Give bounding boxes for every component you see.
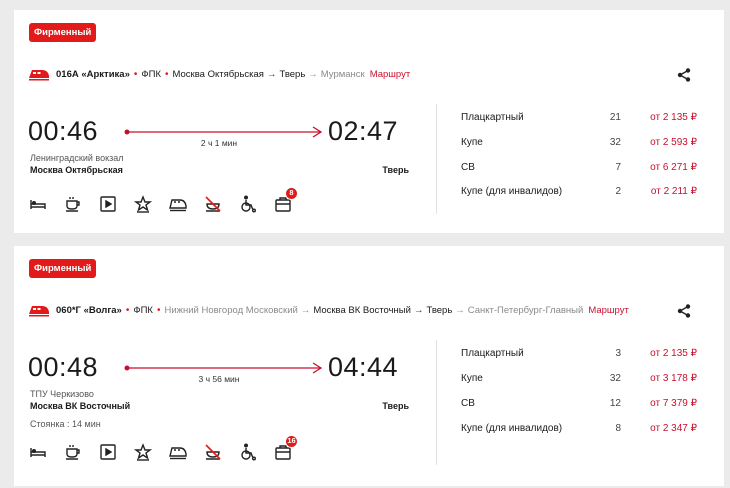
- route-link[interactable]: Маршрут: [588, 305, 629, 316]
- train-icon[interactable]: [169, 195, 187, 213]
- arrival-station: Тверь: [382, 165, 409, 175]
- train-logo-icon: [29, 306, 49, 317]
- video-icon[interactable]: [99, 443, 117, 461]
- route-line: 060*Г «Волга» • ФПК • Нижний Новгород Мо…: [28, 301, 629, 319]
- arrow-icon: →: [455, 304, 465, 316]
- class-name: СВ: [461, 162, 475, 173]
- service-count-badge: 8: [285, 187, 298, 200]
- arrival-station: Тверь: [382, 401, 409, 411]
- share-icon[interactable]: [676, 303, 692, 319]
- class-row[interactable]: Плацкартный 3 от 2 135 ₽: [461, 348, 701, 362]
- class-name: Плацкартный: [461, 348, 524, 359]
- bed-icon[interactable]: [29, 443, 47, 461]
- route-station: Тверь: [426, 304, 453, 316]
- arrow-icon: →: [266, 68, 277, 80]
- service-count-badge: 16: [285, 435, 298, 448]
- separator-dot: •: [133, 68, 138, 80]
- class-row[interactable]: Купе (для инвалидов) 8 от 2 347 ₽: [461, 423, 701, 437]
- arrival-time: 04:44: [328, 352, 399, 382]
- no-food-icon[interactable]: [204, 195, 222, 213]
- class-name: СВ: [461, 398, 475, 409]
- star-icon[interactable]: [133, 195, 153, 213]
- departure-station: Москва Октябрьская: [30, 165, 123, 175]
- stop-duration: Стоянка : 14 мин: [30, 419, 101, 429]
- route-line: 016А «Арктика» • ФПК • Москва Октябрьска…: [28, 65, 410, 83]
- class-row[interactable]: Купе (для инвалидов) 2 от 2 211 ₽: [461, 186, 701, 200]
- carrier: ФПК: [141, 68, 161, 80]
- route-station: Мурманск: [320, 68, 365, 80]
- class-price[interactable]: от 6 271 ₽: [611, 162, 697, 173]
- departure-time: 00:46: [28, 116, 99, 146]
- class-row[interactable]: Купе 32 от 3 178 ₽: [461, 373, 701, 387]
- arrival-time: 02:47: [328, 116, 399, 146]
- train-number: 016А «Арктика»: [56, 68, 130, 80]
- service-icons: 8: [29, 187, 309, 213]
- departure-station: Москва ВК Восточный: [30, 401, 131, 411]
- duration: 3 ч 56 мин: [198, 374, 240, 384]
- divider: [436, 340, 437, 465]
- service-icons: 16: [29, 435, 309, 461]
- medkit-icon[interactable]: 16: [274, 435, 298, 461]
- departure-station-sub: ТПУ Черкизово: [30, 389, 94, 399]
- coffee-icon[interactable]: [64, 195, 82, 213]
- divider: [436, 104, 437, 214]
- class-name: Плацкартный: [461, 112, 524, 123]
- class-name: Купе (для инвалидов): [461, 186, 563, 197]
- train-icon[interactable]: [169, 443, 187, 461]
- train-card[interactable]: Фирменный 016А «Арктика» • ФПК • Москва …: [14, 10, 724, 233]
- bed-icon[interactable]: [29, 195, 47, 213]
- route-station: Тверь: [279, 68, 306, 80]
- route-station: Москва Октябрьская: [172, 68, 264, 80]
- route-link[interactable]: Маршрут: [370, 69, 411, 80]
- coffee-icon[interactable]: [64, 443, 82, 461]
- class-name: Купе: [461, 137, 483, 148]
- class-name: Купе (для инвалидов): [461, 423, 563, 434]
- class-price[interactable]: от 2 211 ₽: [611, 186, 697, 197]
- no-food-icon[interactable]: [204, 443, 222, 461]
- class-row[interactable]: СВ 7 от 6 271 ₽: [461, 162, 701, 176]
- duration: 2 ч 1 мин: [200, 138, 238, 148]
- class-row[interactable]: Купе 32 от 2 593 ₽: [461, 137, 701, 151]
- class-price[interactable]: от 7 379 ₽: [611, 398, 697, 409]
- train-number: 060*Г «Волга»: [56, 304, 122, 316]
- separator-dot: •: [125, 304, 130, 316]
- medkit-icon[interactable]: 8: [274, 187, 298, 213]
- class-row[interactable]: Плацкартный 21 от 2 135 ₽: [461, 112, 701, 126]
- branded-badge: Фирменный: [29, 23, 97, 42]
- journey-arrow-icon: [124, 362, 323, 374]
- wheelchair-icon[interactable]: [239, 443, 257, 461]
- class-price[interactable]: от 2 135 ₽: [611, 348, 697, 359]
- class-price[interactable]: от 2 593 ₽: [611, 137, 697, 148]
- wheelchair-icon[interactable]: [239, 195, 257, 213]
- departure-station-sub: Ленинградский вокзал: [30, 153, 124, 163]
- separator-dot: •: [156, 304, 161, 316]
- branded-badge: Фирменный: [29, 259, 97, 278]
- train-logo-icon: [29, 70, 49, 81]
- arrow-icon: →: [308, 68, 318, 80]
- video-icon[interactable]: [99, 195, 117, 213]
- class-row[interactable]: СВ 12 от 7 379 ₽: [461, 398, 701, 412]
- class-name: Купе: [461, 373, 483, 384]
- class-price[interactable]: от 2 135 ₽: [611, 112, 697, 123]
- arrow-icon: →: [413, 304, 424, 316]
- train-card[interactable]: Фирменный 060*Г «Волга» • ФПК • Нижний Н…: [14, 246, 724, 486]
- route-station: Москва ВК Восточный: [313, 304, 411, 316]
- arrow-icon: →: [300, 304, 311, 316]
- departure-time: 00:48: [28, 352, 99, 382]
- star-icon[interactable]: [133, 443, 153, 461]
- class-price[interactable]: от 2 347 ₽: [611, 423, 697, 434]
- separator-dot: •: [164, 68, 169, 80]
- journey-arrow-icon: [124, 126, 323, 138]
- share-icon[interactable]: [676, 67, 692, 83]
- route-station: Нижний Новгород Московский: [164, 304, 298, 316]
- class-price[interactable]: от 3 178 ₽: [611, 373, 697, 384]
- carrier: ФПК: [133, 304, 153, 316]
- route-station: Санкт-Петербург-Главный: [467, 304, 584, 316]
